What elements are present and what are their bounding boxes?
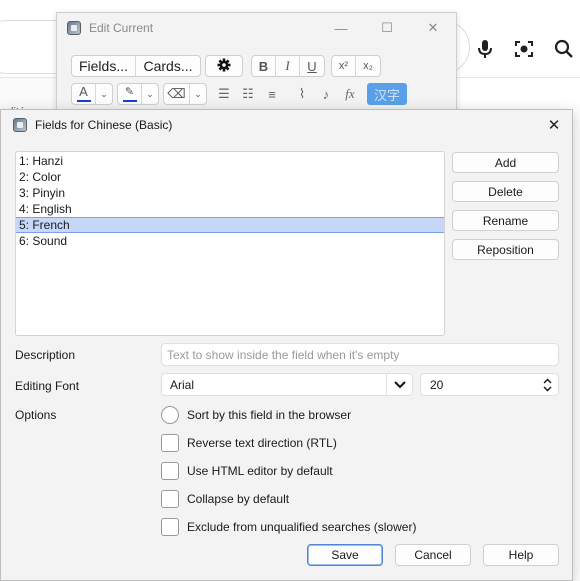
checkbox[interactable] [161, 490, 179, 508]
align-icon[interactable]: ≡ [261, 83, 283, 105]
rename-field-button[interactable]: Rename [452, 210, 559, 231]
search-icon[interactable] [553, 38, 575, 60]
gear-icon [217, 58, 231, 75]
dialog-title: Fields for Chinese (Basic) [35, 118, 173, 132]
field-list[interactable]: 1: Hanzi 2: Color 3: Pinyin 4: English 5… [15, 151, 445, 336]
bold-button[interactable]: B [252, 56, 276, 76]
minimize-button[interactable]: — [318, 13, 364, 43]
dialog-titlebar: Fields for Chinese (Basic) ✕ [1, 110, 572, 140]
unordered-list-icon[interactable]: ☰ [213, 83, 235, 105]
anki-app-icon [67, 21, 81, 35]
font-size-spinbox[interactable]: 20 [420, 373, 559, 396]
editor-toolbar-row-1: Fields... Cards... B I U x² x₂ [71, 55, 387, 77]
eraser-group: ⌫ ⌄ [163, 83, 207, 105]
delete-field-button[interactable]: Delete [452, 181, 559, 202]
font-select-value: Arial [170, 377, 195, 392]
add-field-button[interactable]: Add [452, 152, 559, 173]
fields-cards-group: Fields... Cards... [71, 55, 201, 77]
ordered-list-icon[interactable]: ☷ [237, 83, 259, 105]
text-color-swatch [76, 100, 91, 102]
option-label: Reverse text direction (RTL) [187, 436, 337, 450]
script-group: x² x₂ [331, 55, 381, 77]
chevron-down-icon[interactable]: ⌄ [190, 84, 206, 104]
option-label: Use HTML editor by default [187, 464, 333, 478]
font-size-value: 20 [430, 377, 444, 392]
exclude-search-checkbox[interactable]: Exclude from unqualified searches (slowe… [161, 518, 416, 536]
anki-app-icon [13, 118, 27, 132]
cancel-button[interactable]: Cancel [395, 544, 471, 566]
highlight-color-group: ✎ ⌄ [117, 83, 159, 105]
fields-dialog: Fields for Chinese (Basic) ✕ 1: Hanzi 2:… [0, 109, 573, 581]
list-item[interactable]: 1: Hanzi [16, 153, 444, 169]
checkbox[interactable] [161, 462, 179, 480]
chevron-down-icon[interactable]: ⌄ [142, 84, 158, 104]
eraser-icon[interactable]: ⌫ [164, 84, 190, 104]
help-button[interactable]: Help [483, 544, 559, 566]
html-editor-checkbox[interactable]: Use HTML editor by default [161, 462, 333, 480]
font-select[interactable]: Arial [161, 373, 413, 396]
checkbox[interactable] [161, 434, 179, 452]
mathjax-button[interactable]: fx [339, 83, 361, 105]
chevron-down-icon [543, 386, 551, 391]
format-group: B I U [251, 55, 325, 77]
reposition-field-button[interactable]: Reposition [452, 239, 559, 260]
description-label: Description [15, 348, 76, 362]
description-input[interactable]: Text to show inside the field when it's … [161, 343, 559, 366]
editor-toolbar-row-2: A ⌄ ✎ ⌄ ⌫ ⌄ ☰ ☷ ≡ ⌇ ♪ fx 汉字 [71, 83, 407, 105]
underline-button[interactable]: U [300, 56, 324, 76]
cards-button[interactable]: Cards... [136, 56, 200, 76]
highlighter-icon: ✎ [124, 86, 135, 98]
text-color-button[interactable]: A [72, 84, 96, 104]
list-item[interactable]: 2: Color [16, 169, 444, 185]
list-item[interactable]: 4: English [16, 201, 444, 217]
radio-button[interactable] [161, 406, 179, 424]
chevron-down-icon[interactable]: ⌄ [96, 84, 112, 104]
rtl-checkbox[interactable]: Reverse text direction (RTL) [161, 434, 337, 452]
highlight-color-swatch [122, 100, 137, 102]
spin-arrows[interactable] [540, 378, 554, 392]
highlight-color-button[interactable]: ✎ [118, 84, 142, 104]
editing-font-label: Editing Font [15, 379, 80, 393]
camera-lens-icon[interactable] [513, 38, 535, 60]
sort-field-radio[interactable]: Sort by this field in the browser [161, 406, 351, 424]
text-color-icon: A [79, 84, 88, 99]
window-controls: — ☐ ✕ [318, 13, 456, 43]
option-label: Collapse by default [187, 492, 290, 506]
italic-button[interactable]: I [276, 56, 300, 76]
options-label: Options [15, 408, 57, 422]
edit-current-window: Edit Current — ☐ ✕ Fields... Cards... B … [56, 12, 457, 114]
chevron-up-icon [543, 378, 551, 383]
microphone-icon[interactable] [474, 38, 496, 60]
superscript-button[interactable]: x² [332, 56, 356, 76]
text-color-group: A ⌄ [71, 83, 113, 105]
maximize-button[interactable]: ☐ [364, 13, 410, 43]
close-icon[interactable]: ✕ [536, 110, 572, 140]
options-gear-button[interactable] [205, 55, 243, 77]
save-button[interactable]: Save [307, 544, 383, 566]
chevron-down-icon[interactable] [386, 374, 412, 395]
list-item[interactable]: 6: Sound [16, 233, 444, 249]
edit-current-title: Edit Current [89, 21, 154, 35]
checkbox[interactable] [161, 518, 179, 536]
hanzi-button[interactable]: 汉字 [367, 83, 407, 105]
close-window-button[interactable]: ✕ [410, 13, 456, 43]
option-label: Exclude from unqualified searches (slowe… [187, 520, 417, 534]
fields-button[interactable]: Fields... [72, 56, 136, 76]
microphone-record-icon[interactable]: ♪ [315, 83, 337, 105]
option-label: Sort by this field in the browser [187, 408, 352, 422]
attachment-icon[interactable]: ⌇ [291, 83, 313, 105]
subscript-button[interactable]: x₂ [356, 56, 380, 76]
list-item[interactable]: 3: Pinyin [16, 185, 444, 201]
list-item-selected[interactable]: 5: French [16, 217, 444, 233]
collapse-checkbox[interactable]: Collapse by default [161, 490, 289, 508]
